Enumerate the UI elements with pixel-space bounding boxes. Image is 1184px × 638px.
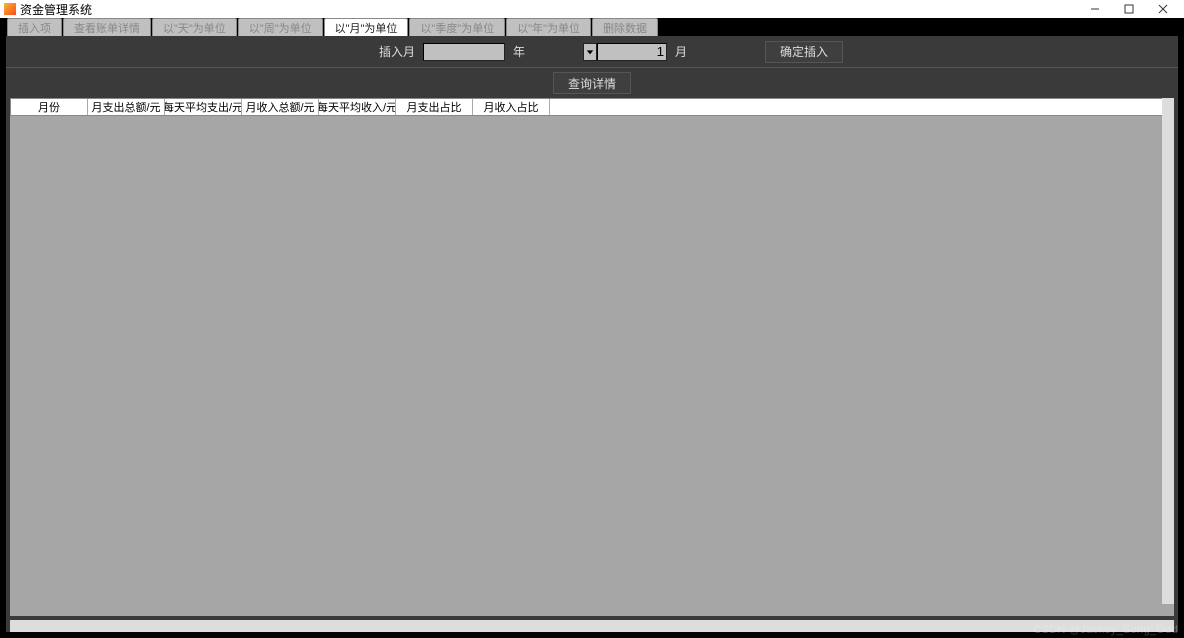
col-income-ratio[interactable]: 月收入占比 (473, 99, 550, 115)
month-suffix-label: 月 (675, 43, 687, 60)
col-month-income-total[interactable]: 月收入总额/元 (242, 99, 319, 115)
query-row: 查询详情 (6, 68, 1178, 98)
main-panel: 插入月 年 月 确定插入 查询详情 月份 月支出总额/元 每 (6, 36, 1178, 632)
tab-by-week[interactable]: 以"周"为单位 (238, 18, 323, 36)
col-expense-ratio[interactable]: 月支出占比 (396, 99, 473, 115)
month-select-group (583, 43, 667, 61)
confirm-insert-button[interactable]: 确定插入 (765, 41, 843, 63)
col-avg-daily-income[interactable]: 每天平均收入/元 (319, 99, 396, 115)
year-input[interactable] (423, 43, 505, 61)
tab-by-day[interactable]: 以"天"为单位 (152, 18, 237, 36)
year-suffix-label: 年 (513, 43, 525, 60)
month-input[interactable] (597, 43, 667, 61)
insert-controls-row: 插入月 年 月 确定插入 (6, 36, 1178, 68)
col-avg-daily-expense[interactable]: 每天平均支出/元 (165, 99, 242, 115)
close-button[interactable] (1146, 0, 1180, 18)
col-month-expense-total[interactable]: 月支出总额/元 (88, 99, 165, 115)
tab-insert-item[interactable]: 插入项 (7, 18, 62, 36)
maximize-button[interactable] (1112, 0, 1146, 18)
month-dropdown-button[interactable] (583, 43, 597, 61)
tab-delete-data[interactable]: 删除数据 (592, 18, 658, 36)
query-detail-button[interactable]: 查询详情 (553, 72, 631, 94)
horizontal-scrollbar[interactable] (10, 620, 1174, 632)
tab-by-year[interactable]: 以"年"为单位 (506, 18, 591, 36)
tab-by-month[interactable]: 以"月"为单位 (324, 18, 409, 36)
table-header-row: 月份 月支出总额/元 每天平均支出/元 月收入总额/元 每天平均收入/元 月支出… (10, 98, 1174, 116)
app-icon (4, 3, 16, 15)
vertical-scrollbar[interactable] (1162, 98, 1174, 604)
title-bar: 资金管理系统 (0, 0, 1184, 18)
minimize-button[interactable] (1078, 0, 1112, 18)
col-month[interactable]: 月份 (11, 99, 88, 115)
tab-by-quarter[interactable]: 以"季度"为单位 (409, 18, 505, 36)
data-table-area: 月份 月支出总额/元 每天平均支出/元 月收入总额/元 每天平均收入/元 月支出… (10, 98, 1174, 616)
window-body: 插入项 查看账单详情 以"天"为单位 以"周"为单位 以"月"为单位 以"季度"… (0, 18, 1184, 638)
insert-month-label: 插入月 (379, 43, 415, 60)
tab-view-bill-detail[interactable]: 查看账单详情 (63, 18, 151, 36)
window-title: 资金管理系统 (20, 1, 92, 18)
tab-bar: 插入项 查看账单详情 以"天"为单位 以"周"为单位 以"月"为单位 以"季度"… (7, 18, 1182, 36)
